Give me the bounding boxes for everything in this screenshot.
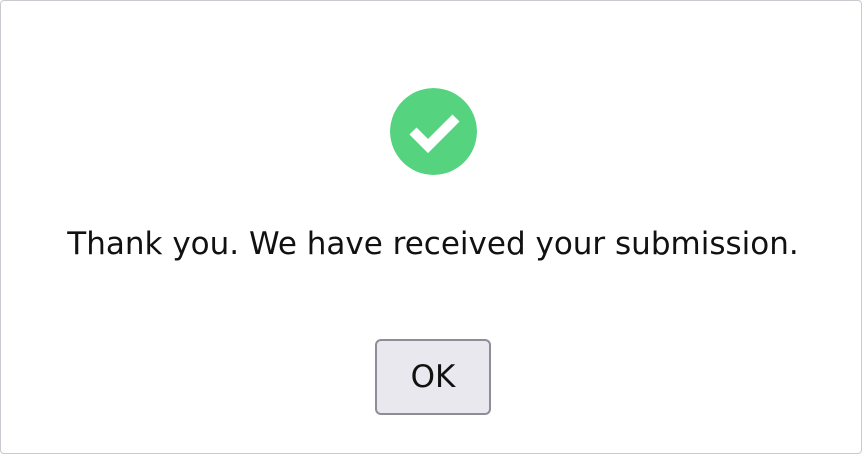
confirmation-dialog: Thank you. We have received your submiss… <box>0 0 862 454</box>
confirmation-message: Thank you. We have received your submiss… <box>67 226 799 262</box>
ok-button[interactable]: OK <box>375 339 491 415</box>
checkmark-circle-icon <box>390 88 477 175</box>
success-circle <box>390 88 477 175</box>
